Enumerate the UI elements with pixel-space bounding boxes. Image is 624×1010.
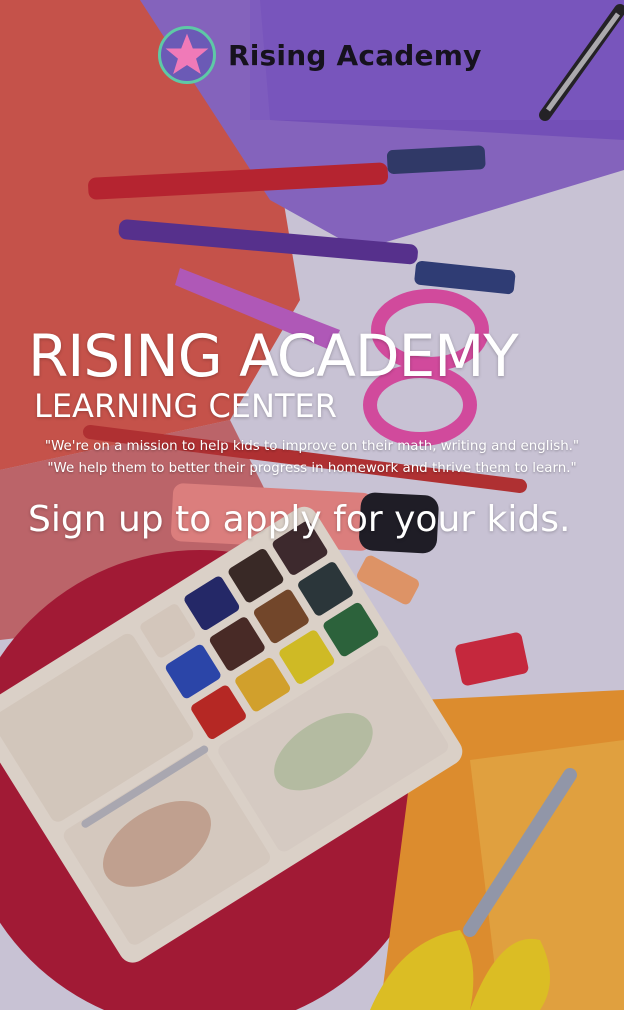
page-title: RISING ACADEMY <box>28 322 519 390</box>
page-subtitle: LEARNING CENTER <box>34 387 337 425</box>
signup-call-to-action[interactable]: Sign up to apply for your kids. <box>28 494 570 546</box>
star-icon <box>165 33 209 75</box>
brand-name[interactable]: Rising Academy <box>228 39 482 72</box>
brand-header[interactable]: Rising Academy <box>158 24 482 86</box>
mission-line: "We help them to better their progress i… <box>47 461 577 476</box>
landing-page: Rising Academy RISING ACADEMY LEARNING C… <box>0 0 624 1010</box>
mission-statement: "We're on a mission to help kids to impr… <box>0 436 624 480</box>
mission-line: "We're on a mission to help kids to impr… <box>44 439 580 454</box>
logo[interactable] <box>158 26 216 84</box>
